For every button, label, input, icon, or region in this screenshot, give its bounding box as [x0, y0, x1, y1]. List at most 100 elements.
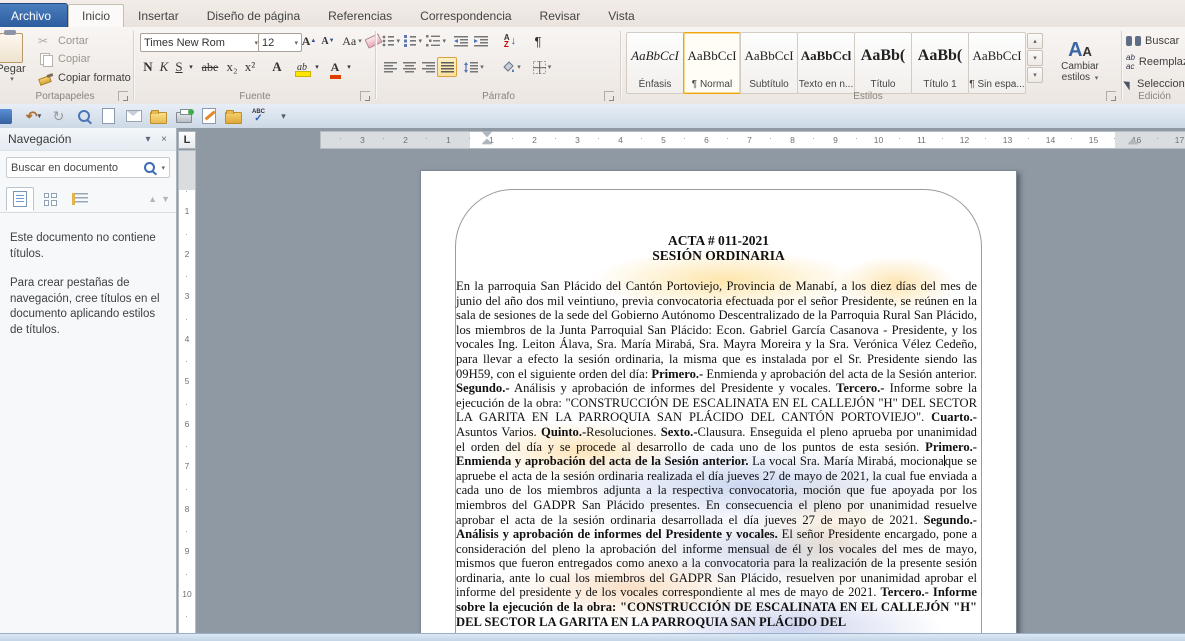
undo-icon[interactable]: ↶▾	[25, 108, 42, 125]
paragraph-dialog-launcher-icon[interactable]	[604, 91, 614, 101]
bold-button[interactable]: N	[140, 58, 156, 76]
quick-print-icon[interactable]	[175, 108, 192, 125]
search-icon[interactable]	[144, 162, 155, 173]
highlight-dropdown-icon[interactable]: ▾	[312, 58, 322, 76]
style-subtitulo[interactable]: AaBbCcI Subtítulo	[740, 32, 798, 94]
align-right-button[interactable]	[418, 57, 438, 77]
format-painter-button[interactable]: Copiar formato	[38, 70, 131, 86]
tab-vista[interactable]: Vista	[594, 4, 648, 27]
tab-inicio[interactable]: Inicio	[68, 4, 124, 28]
styles-gallery-down-icon[interactable]: ▾	[1027, 50, 1043, 66]
browse-pages-tab[interactable]	[36, 187, 64, 211]
superscript-button[interactable]: x²	[242, 58, 258, 76]
style-texto-en-negrita[interactable]: AaBbCcl Texto en n...	[797, 32, 855, 94]
justify-button[interactable]	[437, 57, 457, 77]
clear-formatting-button[interactable]	[364, 32, 382, 50]
tab-referencias[interactable]: Referencias	[314, 4, 406, 27]
subscript-button[interactable]: x₂	[224, 58, 240, 76]
copy-button[interactable]: Copiar	[38, 51, 90, 67]
font-dialog-launcher-icon[interactable]	[360, 91, 370, 101]
text-effects-button[interactable]: A	[268, 58, 286, 76]
font-color-dropdown-icon[interactable]: ▾	[344, 58, 354, 76]
document-title-line2: SESIÓN ORDINARIA	[421, 248, 1016, 264]
right-indent-marker[interactable]	[1128, 139, 1138, 144]
search-dropdown-icon[interactable]: ▾	[161, 164, 165, 172]
justify-icon	[441, 62, 454, 73]
styles-dialog-launcher-icon[interactable]	[1106, 91, 1116, 101]
grow-font-button[interactable]: A▲	[300, 32, 318, 50]
style-sin-espaciado[interactable]: AaBbCcI ¶ Sin espa...	[968, 32, 1026, 94]
cut-button[interactable]: Cortar	[38, 33, 89, 49]
increase-indent-button[interactable]	[472, 32, 490, 50]
shading-button[interactable]: ▾	[497, 57, 525, 77]
first-line-indent-marker[interactable]	[482, 131, 492, 137]
change-case-button[interactable]: Aa▾	[340, 32, 364, 50]
style-normal[interactable]: AaBbCcI ¶ Normal	[683, 32, 741, 94]
font-name-combobox[interactable]: Times New Rom▾	[140, 33, 262, 52]
multilevel-list-button[interactable]: ▾	[426, 32, 446, 50]
replace-button[interactable]: abac Reemplazar	[1126, 53, 1185, 71]
redo-icon[interactable]: ↻	[50, 108, 67, 125]
line-spacing-button[interactable]: ▾	[460, 57, 488, 77]
strikethrough-button[interactable]: abe	[198, 58, 222, 76]
tab-correspondencia[interactable]: Correspondencia	[406, 4, 525, 27]
document-text[interactable]: En la parroquia San Plácido del Cantón P…	[456, 279, 977, 629]
horizontal-ruler[interactable]: 321 123456789101112131415 1617	[320, 131, 1185, 149]
styles-gallery-more-icon[interactable]: ▾	[1027, 67, 1043, 83]
navpane-options-chevron-icon[interactable]: ▾	[140, 134, 156, 145]
next-heading-icon[interactable]: ▼	[161, 194, 170, 204]
find-button[interactable]: Buscar	[1126, 32, 1179, 50]
underline-dropdown-icon[interactable]: ▾	[186, 58, 196, 76]
print-preview-icon[interactable]	[75, 108, 92, 125]
decrease-indent-button[interactable]	[452, 32, 470, 50]
binoculars-icon	[1126, 36, 1141, 46]
browse-headings-tab[interactable]	[6, 187, 34, 211]
edit-document-icon[interactable]	[200, 108, 217, 125]
tab-archivo[interactable]: Archivo	[0, 3, 68, 27]
sort-button[interactable]: AZ↓	[498, 32, 522, 50]
styles-gallery-up-icon[interactable]: ▴	[1027, 33, 1043, 49]
folder-icon[interactable]	[225, 108, 242, 125]
left-indent-marker[interactable]	[482, 139, 492, 144]
style-enfasis[interactable]: AaBbCcI Énfasis	[626, 32, 684, 94]
align-center-button[interactable]	[399, 57, 419, 77]
vertical-ruler[interactable]: 1234567891011	[178, 150, 196, 634]
show-hide-pilcrow-button[interactable]: ¶	[530, 32, 546, 50]
font-color-button[interactable]: A	[326, 58, 344, 76]
tab-diseno-de-pagina[interactable]: Diseño de página	[193, 4, 314, 27]
borders-button[interactable]: ▾	[527, 57, 557, 77]
document-page[interactable]: ACTA # 011-2021 SESIÓN ORDINARIA En la p…	[420, 170, 1017, 634]
paste-button[interactable]: Pegar ▾	[0, 31, 32, 97]
style-name: ¶ Normal	[692, 79, 732, 90]
browse-results-tab[interactable]	[66, 187, 94, 211]
paste-dropdown-icon[interactable]: ▾	[10, 75, 14, 83]
editing-group-label: Edición	[1124, 91, 1185, 102]
previous-heading-icon[interactable]: ▲	[148, 194, 157, 204]
search-input[interactable]: Buscar en documento ▾	[6, 157, 170, 178]
change-styles-button[interactable]: AA Cambiarestilos ▾	[1048, 32, 1112, 92]
tab-stop-selector[interactable]: L	[178, 131, 196, 149]
font-size-combobox[interactable]: 12▾	[258, 33, 302, 52]
clipboard-dialog-launcher-icon[interactable]	[118, 91, 128, 101]
shrink-font-button[interactable]: A▼	[320, 32, 336, 50]
ruler-number: 14	[1029, 132, 1072, 148]
ruler-number: 10	[179, 573, 195, 616]
customize-toolbar-icon[interactable]: ▾	[275, 108, 292, 125]
tab-revisar[interactable]: Revisar	[526, 4, 595, 27]
save-icon[interactable]	[0, 108, 17, 125]
underline-button[interactable]: S	[172, 58, 186, 76]
ruler-number: 6	[685, 132, 728, 148]
attachment-icon[interactable]	[125, 108, 142, 125]
open-folder-icon[interactable]	[150, 108, 167, 125]
style-titulo-1[interactable]: AaBb( Título 1	[911, 32, 969, 94]
new-document-icon[interactable]	[100, 108, 117, 125]
align-left-button[interactable]	[380, 57, 400, 77]
bullets-button[interactable]: ▾	[382, 32, 400, 50]
numbering-button[interactable]: ▾	[404, 32, 422, 50]
italic-button[interactable]: K	[157, 58, 171, 76]
text-highlight-button[interactable]: ab	[292, 58, 312, 76]
tab-insertar[interactable]: Insertar	[124, 4, 193, 27]
style-titulo[interactable]: AaBb( Título	[854, 32, 912, 94]
spelling-grammar-icon[interactable]: ABC✓	[250, 108, 267, 125]
navpane-close-icon[interactable]: ×	[156, 134, 172, 145]
